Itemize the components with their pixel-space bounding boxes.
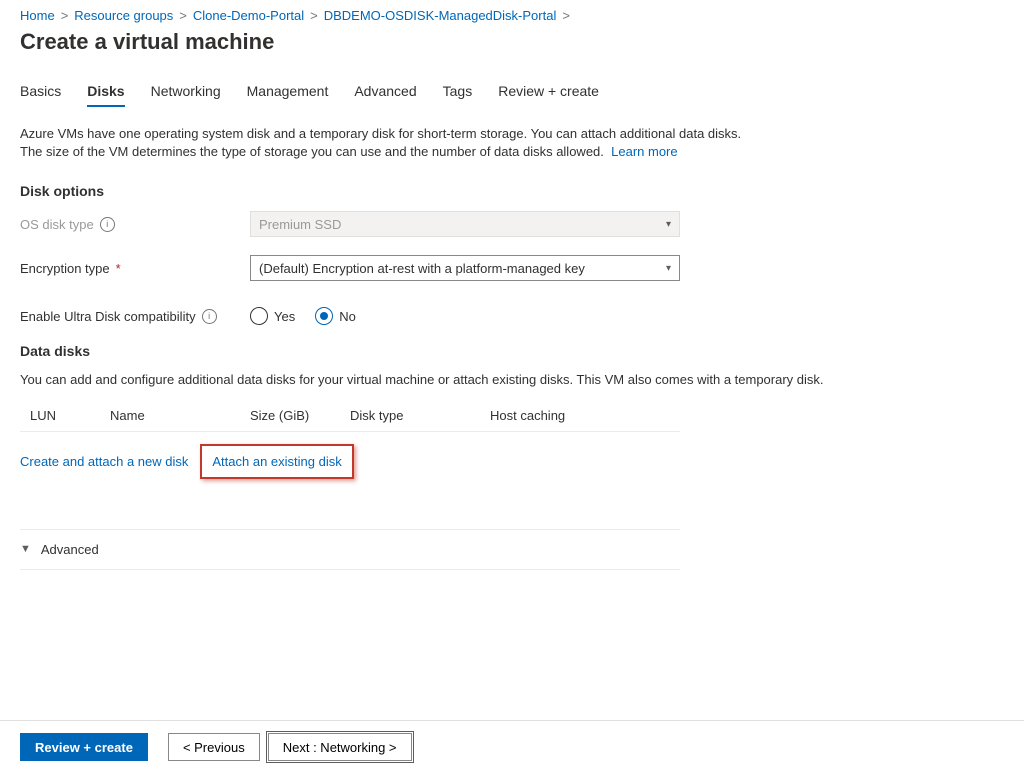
previous-button[interactable]: < Previous: [168, 733, 260, 761]
breadcrumb-dbdemo-osdisk[interactable]: DBDEMO-OSDISK-ManagedDisk-Portal: [324, 8, 557, 23]
create-attach-disk-link[interactable]: Create and attach a new disk: [20, 454, 188, 469]
tab-review-create[interactable]: Review + create: [498, 83, 599, 107]
breadcrumb-clone-demo-portal[interactable]: Clone-Demo-Portal: [193, 8, 304, 23]
wizard-footer: Review + create < Previous Next : Networ…: [0, 720, 1024, 773]
chevron-down-icon: ▾: [666, 219, 671, 230]
tab-disks[interactable]: Disks: [87, 83, 124, 107]
chevron-right-icon: >: [61, 8, 69, 23]
col-cache: Host caching: [490, 408, 630, 423]
breadcrumb-home[interactable]: Home: [20, 8, 55, 23]
disk-options-heading: Disk options: [20, 183, 1004, 199]
intro-line1: Azure VMs have one operating system disk…: [20, 126, 741, 141]
col-name: Name: [110, 408, 250, 423]
next-button[interactable]: Next : Networking >: [268, 733, 412, 761]
ultra-disk-label: Enable Ultra Disk compatibility i: [20, 309, 250, 324]
tab-advanced[interactable]: Advanced: [354, 83, 416, 107]
os-disk-type-select: Premium SSD ▾: [250, 211, 680, 237]
tab-management[interactable]: Management: [247, 83, 329, 107]
tab-tags[interactable]: Tags: [443, 83, 473, 107]
tab-bar: Basics Disks Networking Management Advan…: [20, 83, 1004, 107]
attach-existing-disk-link[interactable]: Attach an existing disk: [200, 444, 353, 479]
os-disk-type-label: OS disk type i: [20, 217, 250, 232]
data-disks-table: LUN Name Size (GiB) Disk type Host cachi…: [20, 402, 680, 489]
ultra-disk-radio-group: Yes No: [250, 307, 356, 325]
advanced-section-toggle[interactable]: ▼ Advanced: [20, 529, 680, 570]
data-disks-subtext: You can add and configure additional dat…: [20, 371, 880, 389]
chevron-right-icon: >: [310, 8, 318, 23]
ultra-disk-yes-radio[interactable]: Yes: [250, 307, 295, 325]
encryption-type-label: Encryption type *: [20, 261, 250, 276]
learn-more-link[interactable]: Learn more: [611, 144, 677, 159]
table-header-row: LUN Name Size (GiB) Disk type Host cachi…: [20, 402, 680, 432]
breadcrumb: Home > Resource groups > Clone-Demo-Port…: [20, 8, 1004, 23]
chevron-right-icon: >: [562, 8, 570, 23]
breadcrumb-resource-groups[interactable]: Resource groups: [74, 8, 173, 23]
review-create-button[interactable]: Review + create: [20, 733, 148, 761]
chevron-down-icon: ▾: [666, 263, 671, 274]
info-icon[interactable]: i: [100, 217, 115, 232]
chevron-down-icon: ▼: [20, 543, 31, 555]
data-disks-heading: Data disks: [20, 343, 1004, 359]
intro-line2: The size of the VM determines the type o…: [20, 144, 604, 159]
col-size: Size (GiB): [250, 408, 350, 423]
chevron-right-icon: >: [179, 8, 187, 23]
tab-networking[interactable]: Networking: [151, 83, 221, 107]
advanced-label: Advanced: [41, 542, 99, 557]
tab-basics[interactable]: Basics: [20, 83, 61, 107]
col-lun: LUN: [30, 408, 110, 423]
intro-text: Azure VMs have one operating system disk…: [20, 125, 840, 161]
encryption-type-select[interactable]: (Default) Encryption at-rest with a plat…: [250, 255, 680, 281]
info-icon[interactable]: i: [202, 309, 217, 324]
ultra-disk-no-radio[interactable]: No: [315, 307, 356, 325]
col-type: Disk type: [350, 408, 490, 423]
page-title: Create a virtual machine: [20, 29, 1004, 55]
